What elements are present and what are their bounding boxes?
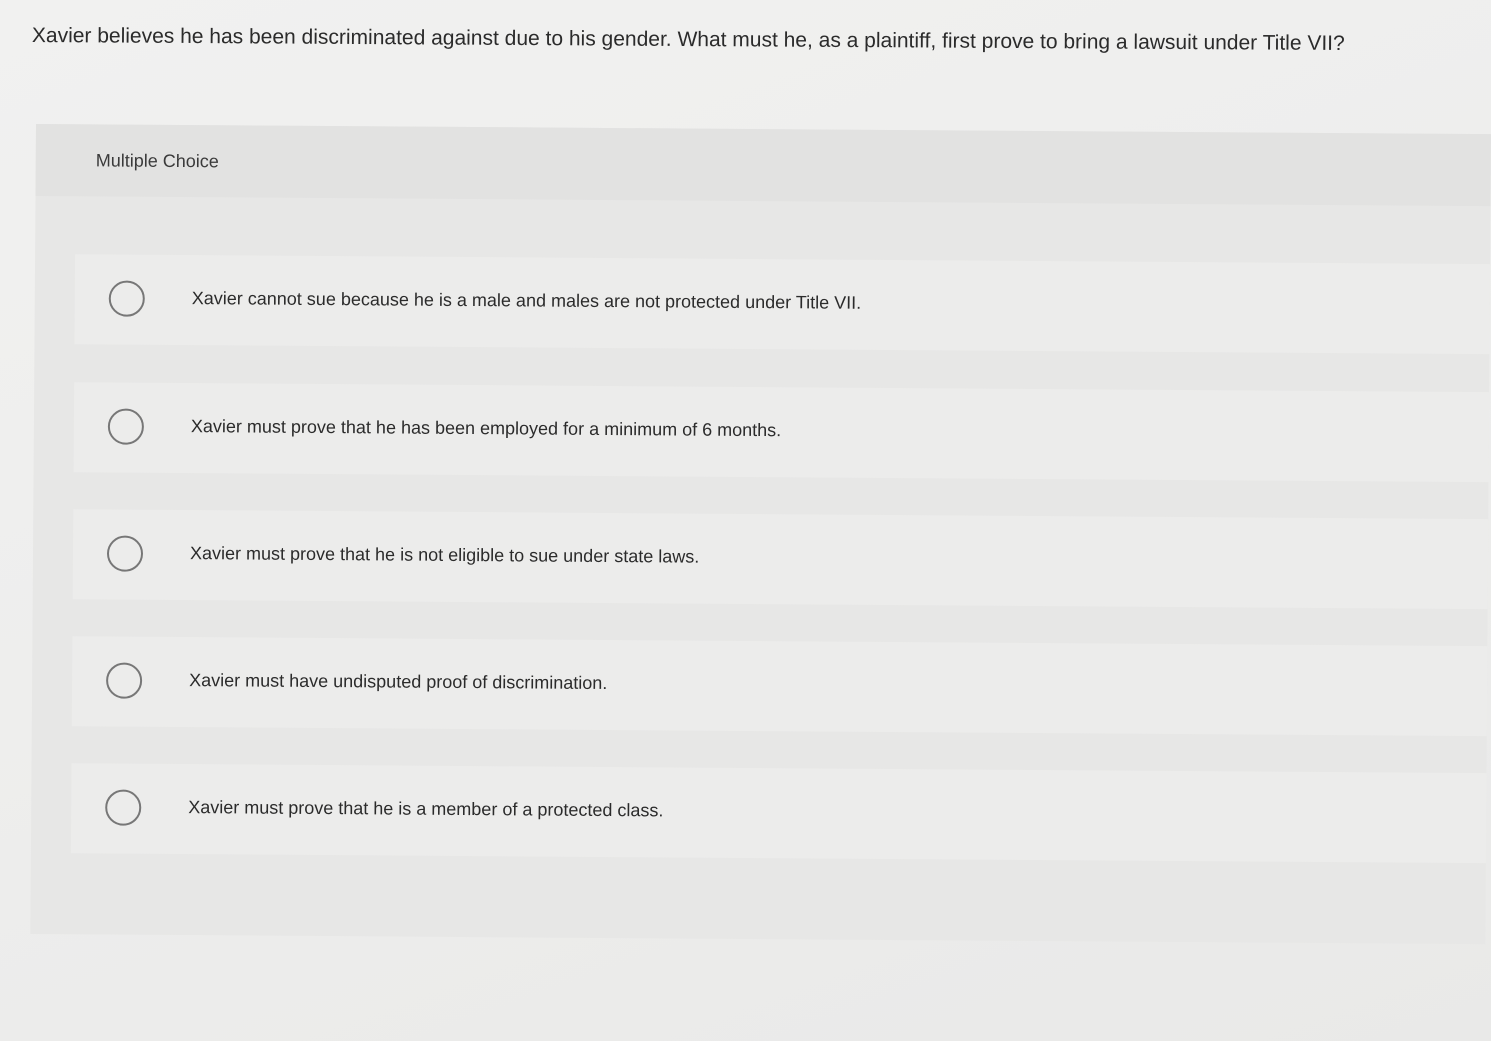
answer-option-label[interactable]: Xavier must have undisputed proof of dis… [189,670,607,694]
radio-button[interactable] [106,535,144,572]
radio-button[interactable] [105,789,142,826]
answer-option-label[interactable]: Xavier must prove that he has been emplo… [191,416,781,441]
multiple-choice-label: Multiple Choice [95,150,219,172]
answer-option[interactable]: Xavier cannot sue because he is a male a… [74,254,1491,355]
radio-button[interactable] [108,280,145,317]
answer-option[interactable]: Xavier must prove that he is a member of… [70,763,1487,864]
answer-option[interactable]: Xavier must prove that he is not eligibl… [72,509,1489,610]
question-text: Xavier believes he has been discriminate… [31,23,1345,56]
answer-option[interactable]: Xavier must prove that he has been emplo… [73,382,1490,483]
answer-option-label[interactable]: Xavier cannot sue because he is a male a… [192,288,862,314]
answer-option[interactable]: Xavier must have undisputed proof of dis… [71,636,1488,737]
radio-button[interactable] [105,662,143,699]
answer-option-label[interactable]: Xavier must prove that he is not eligibl… [190,543,699,568]
answer-option-label[interactable]: Xavier must prove that he is a member of… [188,797,663,821]
panel-header: Multiple Choice [35,124,1491,207]
radio-button[interactable] [107,408,145,445]
multiple-choice-panel: Multiple Choice Xavier cannot sue becaus… [30,124,1491,945]
